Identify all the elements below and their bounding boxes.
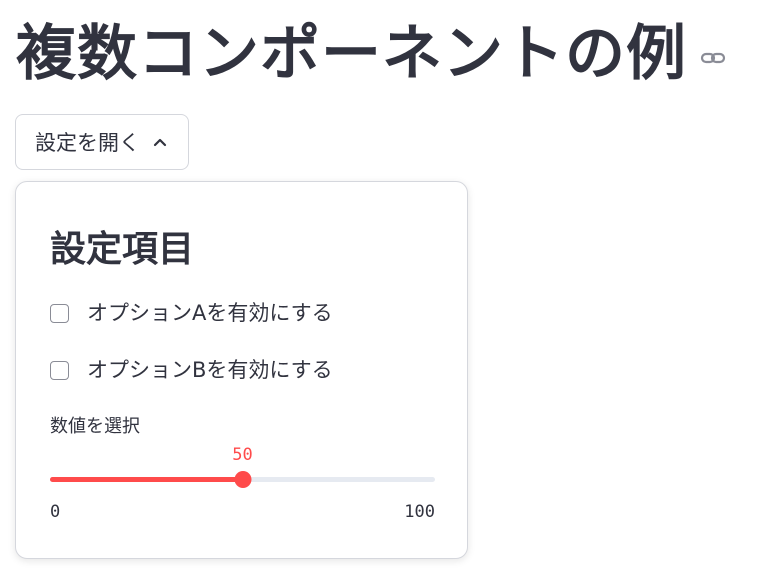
option-b-checkbox-label: オプションBを有効にする bbox=[87, 358, 333, 382]
number-slider-fill bbox=[50, 477, 243, 482]
settings-popover: 設定項目 オプションAを有効にする オプションBを有効にする 数値を選択 50 … bbox=[15, 181, 468, 559]
chevron-up-icon bbox=[152, 134, 168, 150]
page-title: 複数コンポーネントの例 bbox=[16, 19, 687, 89]
option-a-checkbox[interactable]: オプションAを有効にする bbox=[50, 298, 333, 328]
open-settings-button-label: 設定を開く bbox=[35, 131, 140, 155]
number-slider-thumb[interactable] bbox=[234, 471, 251, 488]
title-row: 複数コンポーネントの例 bbox=[16, 14, 727, 94]
number-slider-value: 50 bbox=[232, 445, 253, 465]
option-b-checkbox[interactable]: オプションBを有効にする bbox=[50, 355, 333, 385]
option-a-checkbox-label: オプションAを有効にする bbox=[87, 301, 333, 325]
option-b-checkbox-box[interactable] bbox=[50, 360, 69, 380]
number-slider-max: 100 bbox=[404, 502, 435, 522]
number-slider-label: 数値を選択 bbox=[50, 416, 140, 437]
number-slider-min: 0 bbox=[50, 502, 61, 522]
option-a-checkbox-box[interactable] bbox=[50, 303, 69, 323]
link-icon[interactable] bbox=[699, 44, 727, 72]
settings-heading: 設定項目 bbox=[50, 229, 195, 270]
page: 複数コンポーネントの例 設定を開く 設定項目 オプションAを有効にする オプショ… bbox=[0, 0, 768, 571]
open-settings-button[interactable]: 設定を開く bbox=[15, 114, 189, 170]
number-slider-track[interactable] bbox=[50, 471, 435, 488]
